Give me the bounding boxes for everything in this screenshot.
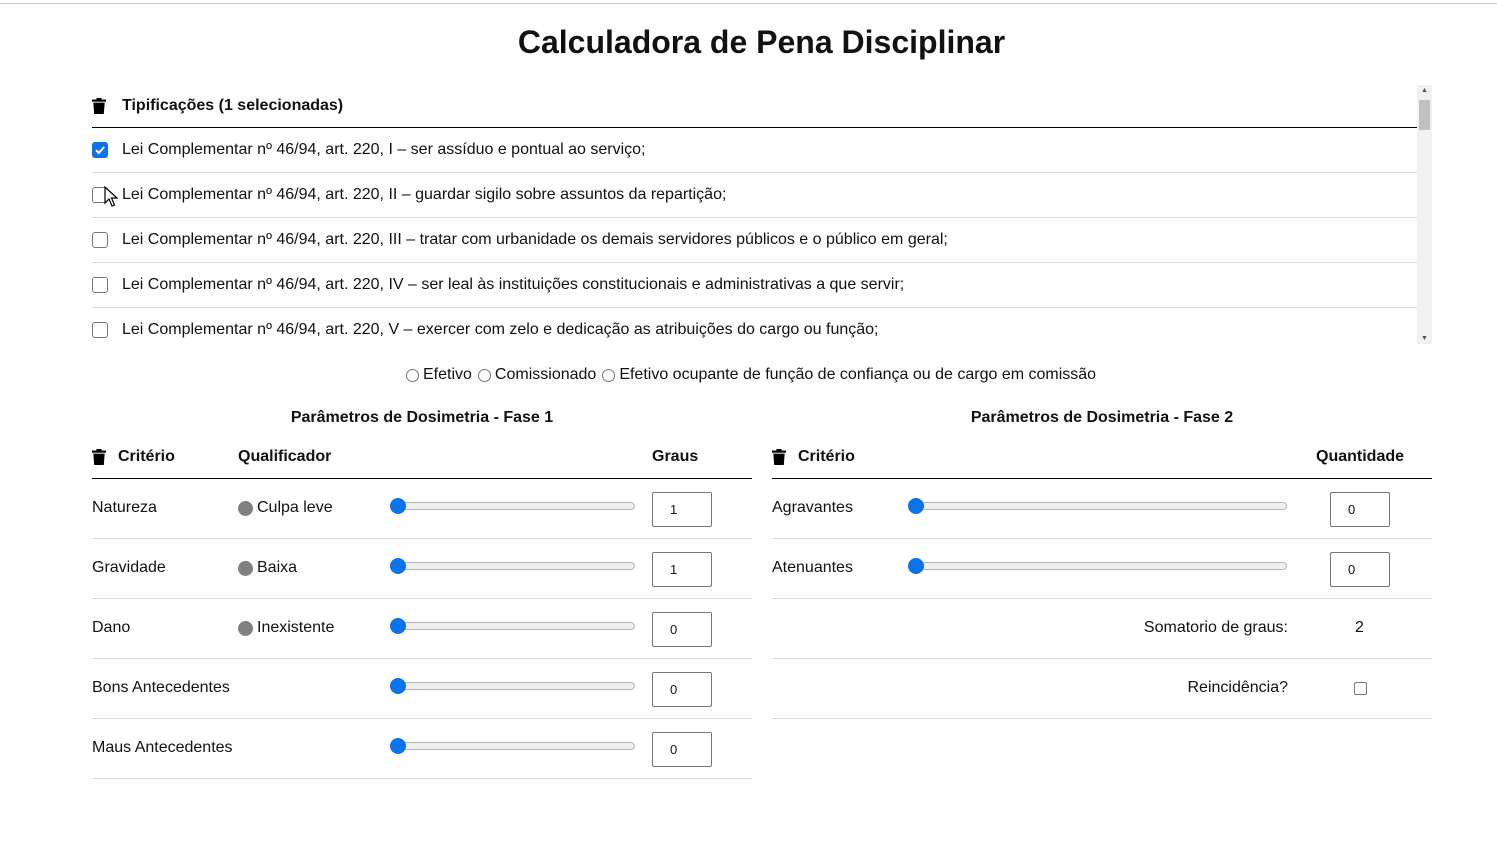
top-border bbox=[0, 3, 1497, 4]
slider-knob[interactable] bbox=[390, 618, 406, 634]
criterio-label: Natureza bbox=[92, 499, 157, 516]
qualificador-label: Inexistente bbox=[257, 619, 335, 636]
radio-label: Efetivo ocupante de função de confiança … bbox=[619, 366, 1097, 383]
radio-efetivo[interactable]: Efetivo bbox=[406, 366, 472, 384]
trash-icon[interactable] bbox=[772, 449, 786, 465]
radio-efetivo-funcao-confianca[interactable]: Efetivo ocupante de função de confiança … bbox=[602, 366, 1096, 384]
qualificador-label: Baixa bbox=[257, 559, 298, 576]
fase2-row-agravantes: Agravantes 0 bbox=[772, 479, 1432, 539]
tipificacoes-scrollbar[interactable]: ▲ ▼ bbox=[1417, 85, 1432, 344]
trash-icon[interactable] bbox=[92, 449, 106, 465]
scroll-down-icon[interactable]: ▼ bbox=[1421, 335, 1428, 342]
criterio-label: Agravantes bbox=[772, 499, 853, 516]
maus-antecedentes-slider[interactable] bbox=[390, 738, 635, 754]
fase2-header-row: Critério Quantidade bbox=[772, 438, 1432, 479]
fase1-title: Parâmetros de Dosimetria - Fase 1 bbox=[290, 409, 554, 426]
col-criterio: Critério bbox=[798, 448, 855, 465]
radio-button[interactable] bbox=[602, 368, 616, 382]
natureza-slider[interactable] bbox=[390, 498, 635, 514]
somatorio-label: Somatorio de graus: bbox=[1143, 619, 1288, 636]
tipificacao-checkbox[interactable] bbox=[92, 142, 108, 158]
agravantes-slider[interactable] bbox=[908, 498, 1287, 514]
criterio-label: Maus Antecedentes bbox=[92, 739, 233, 756]
fase1-table: Critério Qualificador Graus Natureza Cul… bbox=[92, 438, 752, 779]
qualificador-label: Culpa leve bbox=[257, 499, 333, 516]
fase1-header-row: Critério Qualificador Graus bbox=[92, 438, 752, 479]
tipificacao-item[interactable]: Lei Complementar nº 46/94, art. 220, II … bbox=[92, 173, 1417, 218]
radio-comissionado[interactable]: Comissionado bbox=[477, 366, 597, 384]
tipificacao-label: Lei Complementar nº 46/94, art. 220, II … bbox=[122, 186, 727, 203]
col-qualificador: Qualificador bbox=[238, 448, 332, 465]
scroll-up-icon[interactable]: ▲ bbox=[1421, 87, 1428, 94]
tipificacao-item[interactable]: Lei Complementar nº 46/94, art. 220, IV … bbox=[92, 263, 1417, 308]
tipificacoes-header: Tipificações (1 selecionadas) bbox=[92, 85, 1417, 128]
slider-knob[interactable] bbox=[390, 738, 406, 754]
gravidade-slider[interactable] bbox=[390, 558, 635, 574]
slider-knob[interactable] bbox=[390, 498, 406, 514]
criterio-label: Gravidade bbox=[92, 559, 166, 576]
fase1-row-dano: Dano Inexistente 0 bbox=[92, 599, 752, 659]
qualifier-dot-icon bbox=[238, 620, 253, 636]
natureza-graus-input[interactable]: 1 bbox=[652, 492, 712, 527]
bons-antecedentes-graus-input[interactable]: 0 bbox=[652, 672, 712, 707]
tipificacao-checkbox[interactable] bbox=[92, 277, 108, 293]
qualificador: Inexistente bbox=[238, 619, 334, 637]
fase2-row-somatorio: Somatorio de graus: 2 bbox=[772, 599, 1432, 659]
qualifier-dot-icon bbox=[238, 560, 253, 576]
reincidencia-label: Reincidência? bbox=[1187, 679, 1288, 696]
scrollbar-thumb[interactable] bbox=[1419, 100, 1430, 130]
radio-button[interactable] bbox=[406, 368, 419, 382]
tipificacao-label: Lei Complementar nº 46/94, art. 220, V –… bbox=[122, 321, 879, 338]
criterio-label: Bons Antecedentes bbox=[92, 679, 230, 696]
tipificacao-label: Lei Complementar nº 46/94, art. 220, IV … bbox=[122, 276, 905, 293]
tipificacoes-list[interactable]: Tipificações (1 selecionadas) Lei Comple… bbox=[92, 85, 1432, 344]
page-title: Calculadora de Pena Disciplinar bbox=[517, 24, 1006, 60]
fase1-row-natureza: Natureza Culpa leve 1 bbox=[92, 479, 752, 539]
radio-button[interactable] bbox=[477, 368, 491, 382]
somatorio-value: 2 bbox=[1355, 619, 1364, 636]
agravantes-quantidade-input[interactable]: 0 bbox=[1330, 492, 1390, 527]
fase1-row-gravidade: Gravidade Baixa 1 bbox=[92, 539, 752, 599]
vinculo-radio-group: Efetivo Comissionado Efetivo ocupante de… bbox=[406, 366, 1102, 384]
tipificacao-checkbox[interactable] bbox=[92, 322, 108, 338]
slider-knob[interactable] bbox=[390, 678, 406, 694]
dano-slider[interactable] bbox=[390, 618, 635, 634]
criterio-label: Atenuantes bbox=[772, 559, 853, 576]
slider-knob[interactable] bbox=[390, 558, 406, 574]
gravidade-graus-input[interactable]: 1 bbox=[652, 552, 712, 587]
tipificacao-label: Lei Complementar nº 46/94, art. 220, III… bbox=[122, 231, 948, 248]
col-criterio: Critério bbox=[118, 448, 175, 465]
mouse-pointer-icon bbox=[104, 185, 119, 213]
trash-icon[interactable] bbox=[92, 98, 106, 114]
fase2-table: Critério Quantidade Agravantes 0 Atenuan… bbox=[772, 438, 1432, 719]
radio-label: Efetivo bbox=[423, 366, 472, 383]
tipificacoes-title: Tipificações (1 selecionadas) bbox=[122, 97, 344, 114]
criterio-label: Dano bbox=[92, 619, 131, 636]
qualificador: Baixa bbox=[238, 559, 297, 577]
maus-antecedentes-graus-input[interactable]: 0 bbox=[652, 732, 712, 767]
atenuantes-slider[interactable] bbox=[908, 558, 1287, 574]
slider-knob[interactable] bbox=[908, 558, 924, 574]
qualificador: Culpa leve bbox=[238, 499, 333, 517]
tipificacao-label: Lei Complementar nº 46/94, art. 220, I –… bbox=[122, 141, 646, 158]
fase2-row-atenuantes: Atenuantes 0 bbox=[772, 539, 1432, 599]
tipificacao-item[interactable]: Lei Complementar nº 46/94, art. 220, III… bbox=[92, 218, 1417, 263]
reincidencia-checkbox[interactable] bbox=[1354, 682, 1367, 695]
slider-knob[interactable] bbox=[908, 498, 924, 514]
tipificacao-checkbox[interactable] bbox=[92, 232, 108, 248]
fase1-row-bons-antecedentes: Bons Antecedentes 0 bbox=[92, 659, 752, 719]
dano-graus-input[interactable]: 0 bbox=[652, 612, 712, 647]
radio-label: Comissionado bbox=[494, 366, 597, 383]
col-graus: Graus bbox=[652, 448, 699, 465]
tipificacao-item[interactable]: Lei Complementar nº 46/94, art. 220, I –… bbox=[92, 128, 1417, 173]
tipificacao-item[interactable]: Lei Complementar nº 46/94, art. 220, V –… bbox=[92, 308, 1417, 344]
fase2-row-reincidencia: Reincidência? bbox=[772, 659, 1432, 719]
qualifier-dot-icon bbox=[238, 500, 253, 516]
fase1-row-maus-antecedentes: Maus Antecedentes 0 bbox=[92, 719, 752, 779]
atenuantes-quantidade-input[interactable]: 0 bbox=[1330, 552, 1390, 587]
bons-antecedentes-slider[interactable] bbox=[390, 678, 635, 694]
col-quantidade: Quantidade bbox=[1316, 448, 1405, 465]
fase2-title: Parâmetros de Dosimetria - Fase 2 bbox=[970, 409, 1234, 426]
